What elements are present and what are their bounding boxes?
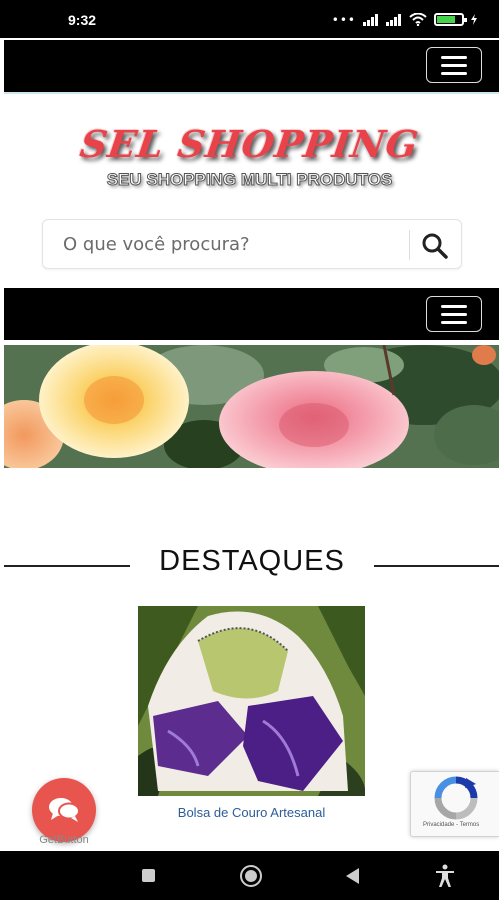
product-card[interactable]: Bolsa de Couro Artesanal — [138, 606, 365, 820]
back-icon[interactable] — [346, 868, 359, 884]
navbar-divider — [4, 92, 499, 94]
recaptcha-logo-icon — [434, 776, 478, 820]
logo-title: SEL SHOPPING — [77, 122, 422, 166]
status-bar: 9:32 ••• — [0, 0, 499, 38]
signal-icon — [386, 13, 401, 26]
section-line-right — [374, 565, 499, 567]
recaptcha-badge[interactable]: Privacidade - Termos — [410, 771, 499, 837]
status-icons: ••• — [332, 13, 477, 26]
section-line-left — [4, 565, 130, 567]
bag-product-image[interactable] — [138, 606, 365, 796]
top-navbar — [4, 40, 499, 92]
signal-dots-icon: ••• — [331, 12, 356, 27]
search-icon[interactable] — [420, 232, 450, 260]
roses-banner-image[interactable] — [4, 345, 499, 468]
battery-icon — [434, 13, 467, 26]
charging-icon — [471, 14, 477, 25]
recaptcha-footer[interactable]: Privacidade - Termos — [423, 822, 479, 828]
android-nav-bar — [0, 851, 499, 900]
product-name[interactable]: Bolsa de Couro Artesanal — [138, 805, 365, 820]
search-input[interactable] — [44, 221, 406, 267]
chat-bubbles-icon — [49, 798, 80, 822]
section-title: DESTAQUES — [159, 545, 345, 577]
hamburger-menu-icon[interactable] — [426, 47, 482, 83]
status-time: 9:32 — [68, 12, 97, 28]
hamburger-menu-icon[interactable] — [426, 296, 482, 332]
accessibility-icon[interactable] — [435, 864, 455, 888]
wifi-icon — [409, 13, 427, 26]
site-logo[interactable]: SEL SHOPPING SEU SHOPPING MULTI PRODUTOS — [0, 122, 499, 190]
recent-apps-icon[interactable] — [142, 869, 155, 882]
logo-subtitle: SEU SHOPPING MULTI PRODUTOS — [106, 170, 393, 190]
getbutton-label: GetButton — [39, 834, 89, 846]
home-icon[interactable] — [240, 865, 262, 887]
signal-icon — [363, 13, 378, 26]
search-divider — [409, 230, 410, 260]
search-box — [42, 219, 462, 269]
getbutton-chat-button[interactable] — [32, 778, 96, 842]
section-header: DESTAQUES — [0, 545, 499, 585]
category-menu-bar — [4, 288, 499, 340]
